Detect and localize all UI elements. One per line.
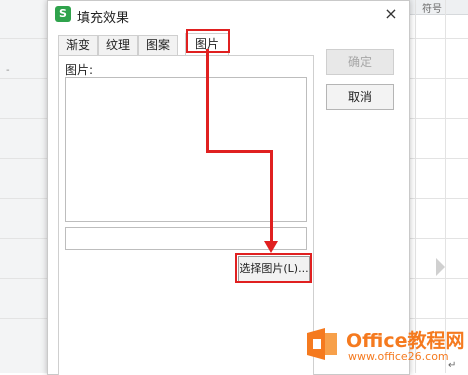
watermark-brand: Office教程网: [346, 330, 465, 352]
grid-line: [415, 0, 416, 373]
annotation-line: [206, 49, 209, 152]
cell-text: -: [6, 65, 10, 76]
tab-bar: 渐变 纹理 图案 图片: [58, 33, 308, 56]
cell-text: 符号: [422, 4, 442, 15]
annotation-highlight-button: [235, 253, 312, 283]
annotation-arrow-icon: [264, 241, 278, 253]
ok-button[interactable]: 确定: [326, 49, 394, 75]
dialog-title: 填充效果: [77, 11, 130, 26]
nav-arrow-icon: [436, 258, 445, 276]
app-logo-icon: S: [55, 6, 71, 22]
picture-label: 图片:: [65, 63, 94, 77]
fill-effects-dialog: S 填充效果 × 渐变 纹理 图案 图片 图片: 选择图片(L)... 确定 取…: [47, 0, 410, 375]
annotation-line: [270, 150, 273, 242]
dialog-titlebar: S 填充效果 ×: [48, 1, 409, 29]
tab-texture[interactable]: 纹理: [98, 35, 138, 56]
tab-pattern[interactable]: 图案: [138, 35, 178, 56]
annotation-line: [206, 150, 272, 153]
tab-gradient[interactable]: 渐变: [58, 35, 98, 56]
watermark-url: www.office26.com: [348, 350, 449, 363]
close-button[interactable]: ×: [381, 4, 401, 24]
cancel-button[interactable]: 取消: [326, 84, 394, 110]
paragraph-mark: ↵: [448, 360, 457, 371]
office-logo-icon: [307, 328, 337, 360]
grid-line: [445, 0, 446, 373]
